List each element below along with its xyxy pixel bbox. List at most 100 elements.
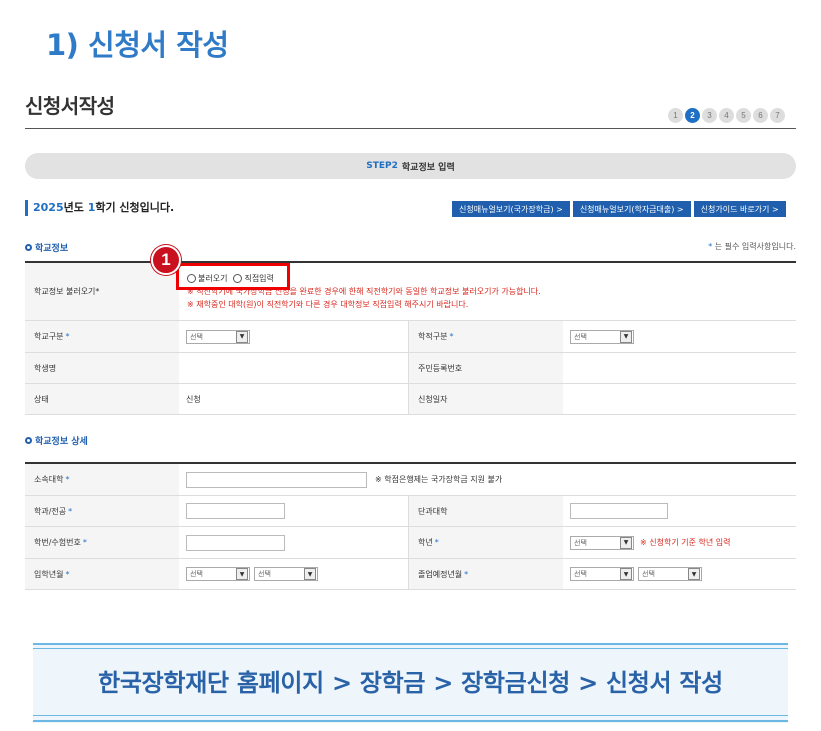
table-row: 입학년월 * 선택 ▼ 선택 ▼ 졸업예정년월 * 선택 ▼ 선택 ▼ [25, 559, 796, 590]
step-6: 6 [753, 108, 768, 123]
school-type-select[interactable]: 선택 ▼ [186, 329, 250, 344]
step-4: 4 [719, 108, 734, 123]
section-detail-title: 학교정보 상세 [35, 437, 88, 447]
required-note-text: 는 필수 입력사항입니다. [712, 242, 796, 251]
page-title: 신청서작성 [25, 94, 115, 118]
dept-value [179, 496, 409, 526]
entry-label-text: 입학년월 [34, 569, 64, 579]
grade-select[interactable]: 선택 ▼ [570, 535, 634, 550]
school-record-select[interactable]: 선택 ▼ [570, 329, 634, 344]
school-type-label: 학교구분 * [25, 321, 179, 352]
manual-loan-button[interactable]: 신청매뉴얼보기(학자금대출) > [572, 201, 691, 217]
grade-note: ※ 신청학기 기준 학년 입력 [640, 538, 731, 547]
semester-term-suffix: 학기 신청입니다. [95, 201, 175, 214]
grad-value: 선택 ▼ 선택 ▼ [563, 559, 702, 589]
college-input[interactable] [570, 503, 668, 519]
required-star: * [68, 506, 73, 516]
select-value: 선택 [190, 332, 203, 341]
rrn-value [563, 353, 570, 383]
required-star: * [449, 332, 454, 341]
student-no-label: 학번/수험번호 * [25, 527, 179, 558]
required-star: * [82, 538, 87, 547]
caption-line-bottom [33, 720, 788, 722]
univ-note: ※ 학점은행제는 국가장학금 지원 불가 [375, 475, 503, 484]
apply-date-value [563, 384, 570, 414]
school-type-value: 선택 ▼ [179, 321, 409, 352]
dept-input[interactable] [186, 503, 285, 519]
bullet-icon [25, 244, 32, 251]
chevron-down-icon[interactable]: ▼ [620, 536, 632, 549]
semester-heading: 2025년도 1학기 신청입니다. [25, 200, 174, 216]
grad-label-text: 졸업예정년월 [418, 569, 463, 579]
manual-scholarship-button[interactable]: 신청매뉴얼보기(국가장학금) > [452, 201, 570, 217]
semester-year: 2025 [33, 201, 64, 214]
required-star: * [464, 569, 469, 579]
select-value: 선택 [190, 570, 203, 578]
step-1: 1 [668, 108, 683, 123]
section-detail-heading: 학교정보 상세 [25, 434, 88, 447]
step-bar: STEP2 학교정보 입력 [25, 153, 796, 179]
table-row: 학과/전공 * 단과대학 [25, 496, 796, 527]
section-school-info-heading: 학교정보 [25, 241, 68, 254]
menu-buttons: 신청매뉴얼보기(국가장학금) > 신청매뉴얼보기(학자금대출) > 신청가이드 … [452, 201, 786, 217]
table-row: 학번/수험번호 * 학년 * 선택 ▼ ※ 신청학기 기준 학년 입력 [25, 527, 796, 559]
select-value: 선택 [574, 332, 587, 341]
bullet-icon [25, 437, 32, 444]
slide-title: 1) 신청서 작성 [46, 28, 229, 62]
univ-label-text: 소속대학 [34, 475, 64, 484]
navigation-caption: 한국장학재단 홈페이지 > 장학금 > 장학금신청 > 신청서 작성 [98, 669, 723, 697]
guide-button[interactable]: 신청가이드 바로가기 > [693, 201, 786, 217]
univ-value: ※ 학점은행제는 국가장학금 지원 불가 [179, 464, 502, 495]
dept-label-text: 학과/전공 [34, 506, 67, 516]
step-7: 7 [770, 108, 785, 123]
section-school-info-title: 학교정보 [35, 244, 69, 254]
student-no-value [179, 527, 409, 558]
grade-value: 선택 ▼ ※ 신청학기 기준 학년 입력 [563, 527, 730, 558]
entry-month-select[interactable]: 선택 ▼ [254, 567, 318, 581]
highlight-box [176, 263, 290, 290]
school-type-label-text: 학교구분 [34, 332, 64, 341]
apply-date-label: 신청일자 [409, 384, 563, 414]
status-value: 신청 [179, 384, 409, 414]
chevron-down-icon[interactable]: ▼ [688, 568, 700, 580]
dept-label: 학과/전공 * [25, 496, 179, 526]
warning-direct: ※ 재학중인 대학(원)이 직전학기와 다른 경우 대학정보 직접입력 해주시기… [187, 300, 469, 309]
chevron-down-icon[interactable]: ▼ [620, 330, 632, 343]
chevron-down-icon[interactable]: ▼ [236, 568, 248, 580]
grad-year-select[interactable]: 선택 ▼ [570, 567, 634, 581]
student-name-value [179, 353, 409, 383]
school-info-table: 학교정보 불러오기* 불러오기 직접입력 ※ 직전학기에 국가장학금 신청을 완… [25, 261, 796, 415]
chevron-down-icon[interactable]: ▼ [236, 330, 248, 343]
table-row: 학교정보 불러오기* 불러오기 직접입력 ※ 직전학기에 국가장학금 신청을 완… [25, 263, 796, 321]
table-row: 상태 신청 신청일자 [25, 384, 796, 415]
school-detail-table: 소속대학 * ※ 학점은행제는 국가장학금 지원 불가 학과/전공 * 단과대학 학… [25, 462, 796, 590]
status-label: 상태 [25, 384, 179, 414]
chevron-down-icon[interactable]: ▼ [620, 568, 632, 580]
univ-input[interactable] [186, 471, 367, 488]
grad-label: 졸업예정년월 * [409, 559, 563, 589]
grad-month-select[interactable]: 선택 ▼ [638, 567, 702, 581]
caption-line-bottom-thin [33, 715, 788, 716]
grade-label-text: 학년 [418, 538, 433, 547]
step-indicator: 1 2 3 4 5 6 7 [668, 108, 785, 123]
step-5: 5 [736, 108, 751, 123]
callout-badge: 1 [151, 245, 181, 275]
required-star: * [434, 538, 439, 547]
title-divider [25, 128, 796, 129]
required-note: * 는 필수 입력사항입니다. [708, 241, 796, 252]
student-no-input[interactable] [186, 534, 285, 551]
college-value [563, 496, 668, 526]
college-label: 단과대학 [409, 496, 563, 526]
entry-label: 입학년월 * [25, 559, 179, 589]
school-record-value: 선택 ▼ [563, 321, 634, 352]
table-row: 학생명 주민등록번호 [25, 353, 796, 384]
step-label: 학교정보 입력 [401, 162, 455, 173]
student-name-label: 학생명 [25, 353, 179, 383]
select-value: 선택 [574, 570, 587, 578]
step-2: 2 [685, 108, 700, 123]
entry-year-select[interactable]: 선택 ▼ [186, 567, 250, 581]
chevron-down-icon[interactable]: ▼ [304, 568, 316, 580]
select-value: 선택 [574, 538, 587, 547]
required-star: * [65, 332, 70, 341]
grade-label: 학년 * [409, 527, 563, 558]
